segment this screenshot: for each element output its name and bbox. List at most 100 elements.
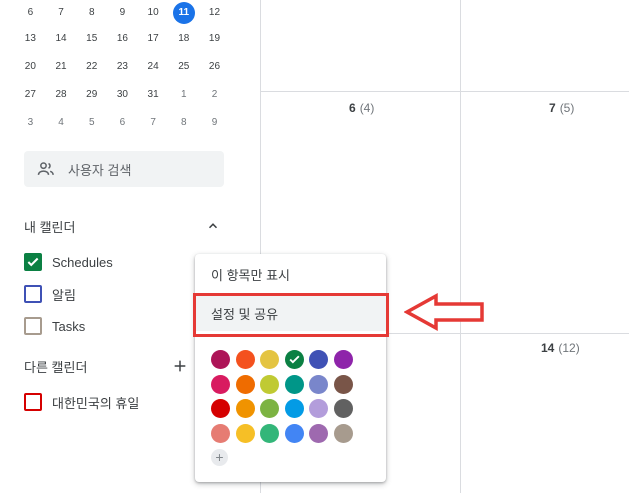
mini-calendar-day[interactable]: 23 <box>107 57 138 77</box>
mini-calendar-day[interactable]: 21 <box>46 57 77 77</box>
calendar-checkbox[interactable] <box>24 393 42 411</box>
mini-calendar-today[interactable]: 11 <box>168 1 199 24</box>
plus-icon[interactable] <box>172 358 188 374</box>
mini-calendar-day[interactable]: 10 <box>138 3 169 23</box>
day-number: 10 <box>147 6 159 18</box>
color-swatch[interactable] <box>284 374 304 394</box>
mini-calendar-day[interactable]: 29 <box>76 85 107 105</box>
color-swatch[interactable] <box>235 350 255 369</box>
color-swatch[interactable] <box>260 399 279 418</box>
mini-calendar-week: 6 7 8 9 10 11 12 <box>15 0 230 25</box>
mini-calendar-day[interactable]: 14 <box>46 29 77 49</box>
other-calendars-header[interactable]: 다른 캘린더 <box>24 356 224 376</box>
date-number: 14 <box>541 341 555 355</box>
mini-calendar-week: 13 14 15 16 17 18 19 <box>15 25 230 53</box>
mini-calendar-day[interactable]: 1 <box>168 85 199 105</box>
my-calendar-item[interactable]: 알림 <box>24 284 76 304</box>
my-calendar-item[interactable]: Tasks <box>24 316 85 336</box>
mini-calendar-day[interactable]: 12 <box>199 3 230 23</box>
search-people-button[interactable]: 사용자 검색 <box>24 151 224 187</box>
mini-calendar-day[interactable]: 26 <box>199 57 230 77</box>
day-number: 21 <box>55 61 67 72</box>
calendar-checkbox[interactable] <box>24 253 42 271</box>
color-swatch[interactable] <box>333 399 353 418</box>
search-people-label: 사용자 검색 <box>68 162 132 178</box>
mini-calendar-day[interactable]: 7 <box>46 3 77 23</box>
color-swatch[interactable] <box>260 374 279 394</box>
people-icon <box>37 162 54 175</box>
color-swatch[interactable] <box>260 423 279 443</box>
calendar-checkbox[interactable] <box>24 317 42 335</box>
grid-line <box>260 91 629 92</box>
mini-calendar-week: 3 4 5 6 7 8 9 <box>15 109 230 137</box>
mini-calendar-day[interactable]: 5 <box>76 113 107 133</box>
day-number: 27 <box>24 89 36 100</box>
mini-calendar-day[interactable]: 18 <box>168 29 199 49</box>
mini-calendar-day[interactable]: 24 <box>138 57 169 77</box>
color-swatch[interactable] <box>284 350 304 369</box>
color-swatch[interactable] <box>284 399 304 418</box>
color-swatch[interactable] <box>333 350 353 369</box>
date-cell-6[interactable]: 6 (4) <box>349 101 374 115</box>
color-swatch[interactable] <box>309 374 328 394</box>
color-swatch[interactable] <box>333 423 353 443</box>
mini-calendar: 6 7 8 9 10 11 12 13 14 15 16 17 18 19 20 21 22 23 24 25 26 27… <box>15 0 230 137</box>
date-cell-14[interactable]: 14 (12) <box>541 341 580 355</box>
day-number: 26 <box>208 61 221 72</box>
day-number: 16 <box>116 33 128 44</box>
add-custom-color-button[interactable]: + <box>211 449 228 466</box>
mini-calendar-day[interactable]: 7 <box>138 113 169 133</box>
mini-calendar-day[interactable]: 17 <box>138 29 169 49</box>
mini-calendar-day[interactable]: 31 <box>138 85 169 105</box>
color-swatch[interactable] <box>235 399 255 418</box>
color-swatch[interactable] <box>211 423 230 443</box>
mini-calendar-day[interactable]: 16 <box>107 29 138 49</box>
my-calendars-header[interactable]: 내 캘린더 <box>24 216 224 236</box>
mini-calendar-day[interactable]: 2 <box>199 85 230 105</box>
calendar-checkbox[interactable] <box>24 285 42 303</box>
mini-calendar-day[interactable]: 9 <box>107 3 138 23</box>
color-swatch[interactable] <box>309 350 328 369</box>
mini-calendar-day[interactable]: 4 <box>46 113 77 133</box>
color-swatch[interactable] <box>309 423 328 443</box>
color-swatch[interactable] <box>211 374 230 394</box>
date-number: 7 <box>549 101 556 115</box>
my-calendar-item[interactable]: Schedules <box>24 252 113 272</box>
mini-calendar-day[interactable]: 20 <box>15 57 46 77</box>
color-swatch[interactable] <box>211 350 230 369</box>
mini-calendar-day[interactable]: 3 <box>15 113 46 133</box>
mini-calendar-day[interactable]: 25 <box>168 57 199 77</box>
mini-calendar-day[interactable]: 15 <box>76 29 107 49</box>
color-swatch[interactable] <box>235 374 255 394</box>
color-swatch[interactable] <box>333 374 353 394</box>
mini-calendar-day[interactable]: 19 <box>199 29 230 49</box>
mini-calendar-day[interactable]: 9 <box>199 113 230 133</box>
mini-calendar-day[interactable]: 13 <box>15 29 46 49</box>
menu-item-label: 이 항목만 표시 <box>211 267 290 283</box>
mini-calendar-day[interactable]: 30 <box>107 85 138 105</box>
mini-calendar-day[interactable]: 8 <box>76 3 107 23</box>
chevron-up-icon[interactable] <box>206 219 220 233</box>
day-number: 7 <box>150 117 156 128</box>
other-calendar-item[interactable]: 대한민국의 휴일 <box>24 392 139 412</box>
day-number: 22 <box>86 61 98 72</box>
day-number: 14 <box>55 33 67 44</box>
mini-calendar-day[interactable]: 6 <box>15 3 46 23</box>
mini-calendar-day[interactable]: 22 <box>76 57 107 77</box>
calendar-label: 알림 <box>52 287 76 303</box>
mini-calendar-day[interactable]: 28 <box>46 85 77 105</box>
day-number: 12 <box>208 6 221 18</box>
color-swatch[interactable] <box>211 399 230 418</box>
mini-calendar-day[interactable]: 6 <box>107 113 138 133</box>
menu-item-display-only[interactable]: 이 항목만 표시 <box>195 256 386 292</box>
date-cell-7[interactable]: 7 (5) <box>549 101 574 115</box>
mini-calendar-day[interactable]: 27 <box>15 85 46 105</box>
color-swatch[interactable] <box>284 423 304 443</box>
color-swatch[interactable] <box>260 350 279 369</box>
mini-calendar-day[interactable]: 8 <box>168 113 199 133</box>
color-swatch[interactable] <box>309 399 328 418</box>
day-number: 20 <box>24 61 36 72</box>
calendar-label: 대한민국의 휴일 <box>52 395 140 411</box>
color-swatch[interactable] <box>235 423 255 443</box>
grid-line <box>386 333 629 334</box>
